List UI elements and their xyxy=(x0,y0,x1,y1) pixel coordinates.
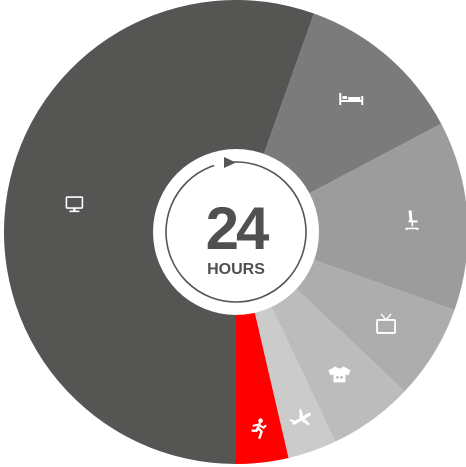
hours-pie-chart: 24 HOURS xyxy=(4,0,466,464)
center-badge: 24 HOURS xyxy=(153,149,319,315)
hours-label: HOURS xyxy=(207,261,265,278)
hours-number: 24 xyxy=(206,195,270,262)
